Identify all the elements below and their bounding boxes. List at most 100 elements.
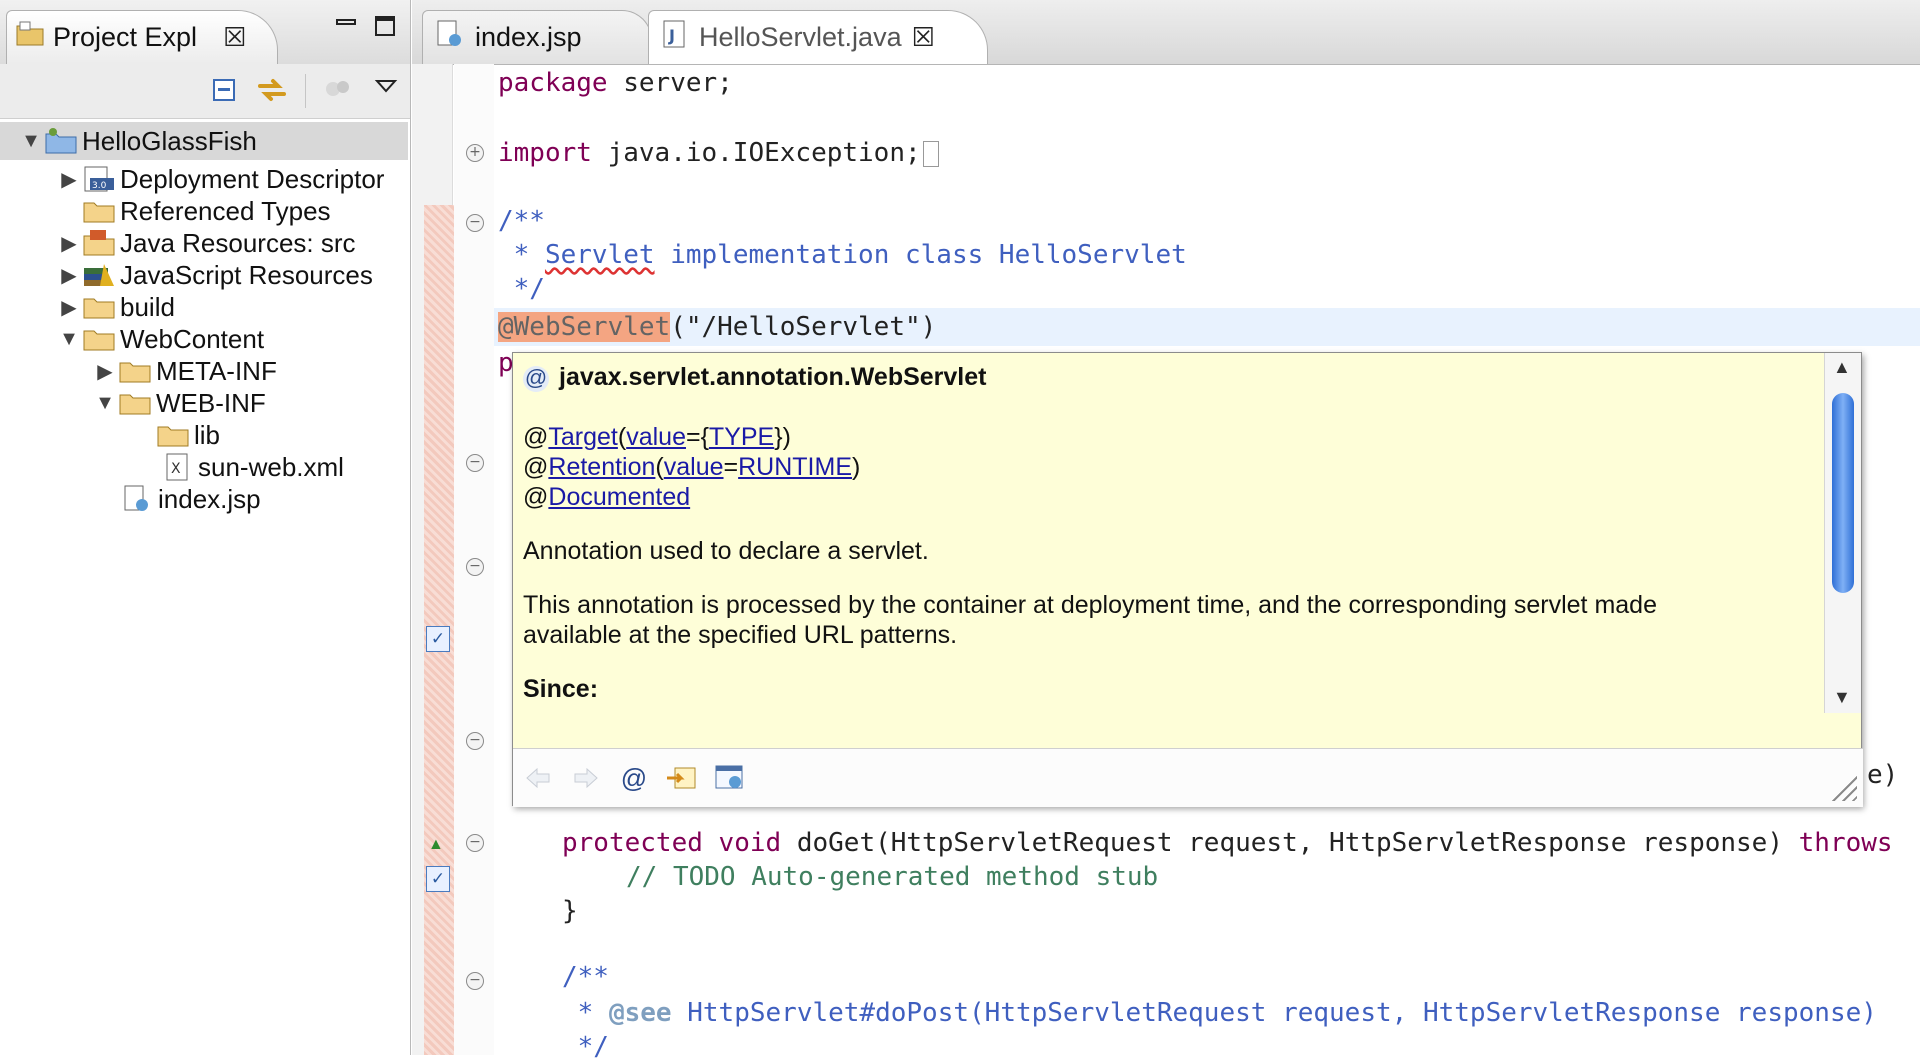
collapse-fold-icon[interactable]: − (466, 732, 484, 750)
code-line[interactable]: * Servlet implementation class HelloServ… (498, 238, 1187, 272)
code-line[interactable]: e) (1867, 758, 1898, 792)
tree-item-label: WebContent (120, 323, 265, 354)
collapse-fold-icon[interactable]: − (466, 972, 484, 990)
project-explorer-view: Project Expl ☒ ▼ HelloGlassFish ▶ 3.0 De… (0, 0, 411, 1055)
open-declaration-icon[interactable] (665, 761, 699, 795)
vertical-scrollbar[interactable]: ▲ ▼ (1824, 353, 1861, 713)
folder-icon (118, 356, 152, 386)
meta-annotation-target: @Target(value={TYPE}) (523, 423, 791, 451)
code-line[interactable]: */ (498, 272, 545, 306)
scrollbar-thumb[interactable] (1832, 393, 1854, 593)
folder-icon (156, 420, 190, 450)
tab-index-jsp[interactable]: index.jsp (422, 10, 652, 64)
code-line[interactable]: /** (562, 960, 609, 994)
code-line[interactable]: * @see HttpServlet#doPost(HttpServletReq… (562, 996, 1877, 1030)
tree-item-index-jsp[interactable]: index.jsp (120, 480, 261, 518)
tree-item-helloglassfish[interactable]: ▼ HelloGlassFish (0, 122, 408, 160)
close-icon[interactable]: ☒ (223, 22, 246, 53)
collapsed-twisty-icon[interactable]: ▶ (56, 263, 82, 288)
link-target[interactable]: Target (548, 423, 617, 451)
collapse-fold-icon[interactable]: − (466, 454, 484, 472)
tab-helloservlet-java[interactable]: J HelloServlet.java ☒ (648, 10, 988, 64)
editor-tab-bar: index.jsp J HelloServlet.java ☒ (412, 0, 1920, 65)
link-retention[interactable]: Retention (548, 453, 655, 481)
scroll-down-icon[interactable]: ▼ (1833, 687, 1851, 708)
code-line[interactable]: package server; (498, 66, 733, 100)
javadoc-title-row: @ javax.servlet.annotation.WebServlet (523, 363, 986, 392)
collapsed-twisty-icon[interactable]: ▶ (56, 231, 82, 256)
javadoc-title: javax.servlet.annotation.WebServlet (559, 363, 987, 391)
code-line[interactable]: import java.io.IOException; (498, 136, 939, 170)
code-line[interactable]: // TODO Auto-generated method stub (626, 860, 1158, 894)
task-marker-icon[interactable]: ✓ (426, 626, 450, 652)
java-resources-icon (82, 228, 116, 258)
deployment-descriptor-icon: 3.0 (82, 164, 116, 194)
link-value[interactable]: value (664, 453, 724, 481)
tree-item-label: WEB-INF (156, 387, 266, 418)
code-line[interactable]: /** (498, 204, 545, 238)
view-menu-icon[interactable] (370, 70, 402, 102)
tree-item-label: META-INF (156, 355, 277, 386)
code-text: implementation class HelloServlet (654, 240, 1187, 270)
collapse-fold-icon[interactable]: − (466, 558, 484, 576)
tree-item-label: Referenced Types (120, 195, 331, 226)
javadoc-description: available at the specified URL patterns. (523, 621, 958, 649)
collapsed-twisty-icon[interactable]: ▶ (56, 167, 82, 192)
collapsed-twisty-icon[interactable]: ▶ (56, 295, 82, 320)
code-line[interactable]: @WebServlet("/HelloServlet") (498, 310, 936, 344)
link-type[interactable]: TYPE (709, 423, 774, 451)
tree-item-label: sun-web.xml (198, 451, 344, 482)
keyword: protected (562, 828, 703, 858)
annotation-highlight[interactable]: @WebServlet (498, 312, 671, 342)
link-with-editor-icon[interactable] (256, 74, 288, 106)
link-runtime[interactable]: RUNTIME (738, 453, 852, 481)
forward-icon[interactable] (569, 761, 603, 795)
code-line[interactable]: protected void doGet(HttpServletRequest … (562, 826, 1893, 860)
expand-fold-icon[interactable]: + (466, 144, 484, 162)
spelling-error-word[interactable]: Servlet (545, 240, 655, 270)
javadoc-description: This annotation is processed by the cont… (523, 591, 1657, 619)
collapsed-twisty-icon[interactable]: ▶ (92, 359, 118, 384)
annotation-type-icon: @ (523, 365, 549, 392)
javadoc-tag: @see (608, 998, 672, 1028)
keyword: throws (1798, 828, 1893, 858)
svg-text:J: J (668, 26, 675, 45)
javadoc-description: Annotation used to declare a servlet. (523, 537, 929, 565)
link-value[interactable]: value (626, 423, 686, 451)
jsp-file-icon (435, 19, 465, 56)
minimize-icon[interactable] (333, 14, 359, 38)
task-marker-icon[interactable]: ✓ (426, 866, 450, 892)
close-icon[interactable]: ☒ (912, 22, 935, 53)
collapse-all-icon[interactable] (208, 74, 240, 106)
folded-imports-box[interactable] (922, 140, 939, 167)
code-line[interactable]: } (562, 894, 578, 928)
code-text: * (498, 240, 545, 270)
keyword: void (718, 828, 782, 858)
expanded-twisty-icon[interactable]: ▼ (18, 130, 44, 153)
at-sign-icon[interactable]: @ (617, 761, 651, 795)
svg-text:3.0: 3.0 (92, 181, 107, 191)
code-text: server; (607, 68, 733, 98)
keyword: import (498, 138, 592, 168)
scroll-up-icon[interactable]: ▲ (1833, 357, 1851, 378)
project-explorer-icon (15, 20, 45, 55)
code-text: java.io.IOException; (591, 138, 921, 168)
open-in-javadoc-view-icon[interactable] (713, 761, 747, 795)
collapse-fold-icon[interactable]: − (466, 834, 484, 852)
code-line[interactable]: */ (562, 1030, 609, 1064)
maximize-icon[interactable] (372, 14, 398, 38)
expanded-twisty-icon[interactable]: ▼ (56, 328, 82, 351)
expanded-twisty-icon[interactable]: ▼ (92, 392, 118, 415)
project-icon (44, 126, 78, 156)
code-text: * (562, 998, 609, 1028)
javadoc-hover-popup[interactable]: @ javax.servlet.annotation.WebServlet @Ta… (512, 352, 1863, 807)
tree-item-label: JavaScript Resources (120, 259, 373, 290)
collapse-fold-icon[interactable]: − (466, 214, 484, 232)
tab-project-explorer[interactable]: Project Expl ☒ (6, 10, 278, 64)
filters-icon[interactable] (322, 74, 354, 106)
javadoc-since-label: Since: (523, 675, 599, 703)
link-documented[interactable]: Documented (548, 483, 690, 511)
meta-annotation-documented: @Documented (523, 483, 691, 511)
override-marker-icon[interactable]: ▲ (428, 836, 444, 854)
back-icon[interactable] (521, 761, 555, 795)
